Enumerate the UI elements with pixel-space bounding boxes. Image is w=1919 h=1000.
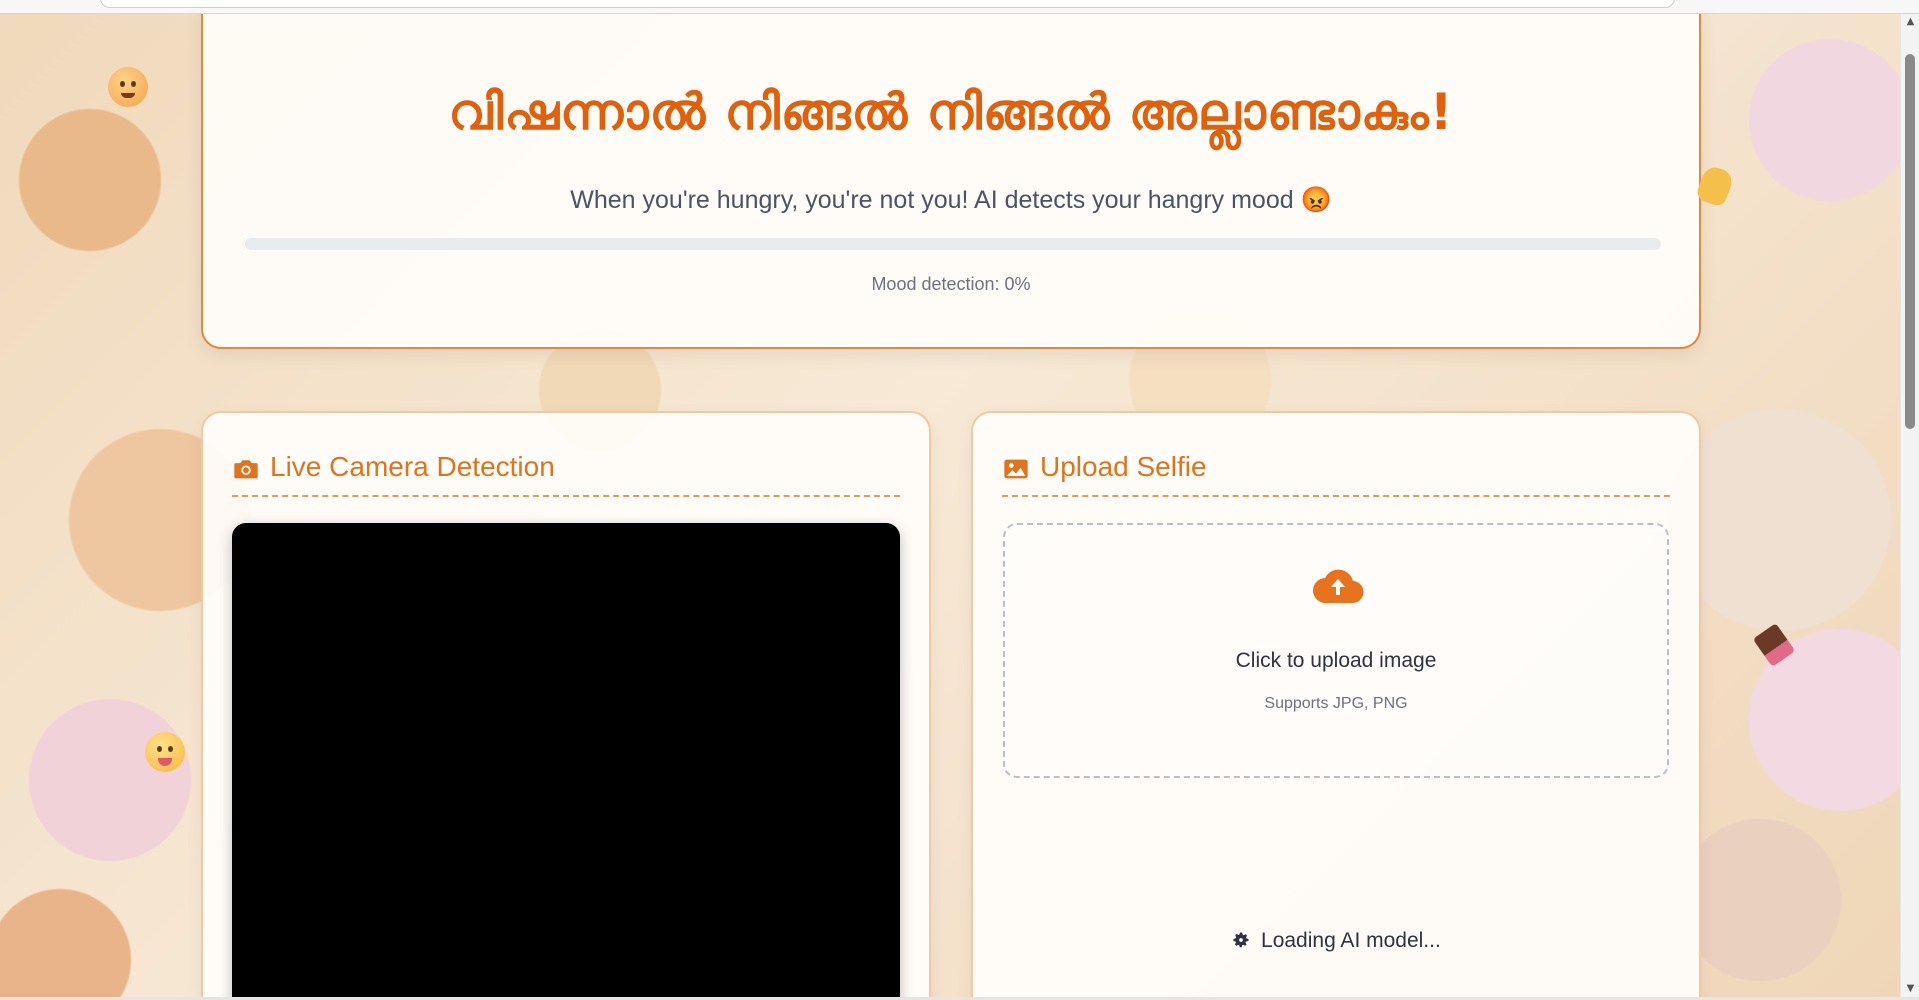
upload-panel-title: Upload Selfie — [1040, 451, 1207, 482]
camera-video-feed[interactable] — [232, 523, 900, 1000]
camera-panel-header: Live Camera Detection — [232, 447, 900, 497]
upload-prompt-text: Click to upload image — [1235, 649, 1437, 672]
address-bar[interactable] — [100, 0, 1675, 8]
camera-panel-title: Live Camera Detection — [270, 451, 555, 482]
upload-panel: Upload Selfie Click to upload image Supp… — [971, 411, 1701, 1000]
upload-panel-header: Upload Selfie — [1002, 447, 1670, 497]
model-status-text: Loading AI model... — [1261, 929, 1441, 952]
page-scrollbar[interactable]: ▲ ▼ — [1900, 14, 1919, 997]
upload-dropzone[interactable]: Click to upload image Supports JPG, PNG — [1003, 523, 1669, 778]
gear-icon — [1233, 932, 1249, 948]
camera-icon — [234, 460, 258, 479]
model-status: Loading AI model... — [973, 929, 1699, 953]
camera-panel: Live Camera Detection — [201, 411, 931, 1000]
scroll-up-icon[interactable]: ▲ — [1901, 14, 1919, 30]
scroll-down-icon[interactable]: ▼ — [1901, 981, 1919, 997]
image-icon — [1004, 459, 1028, 479]
cloud-upload-icon — [1312, 569, 1364, 604]
yum-emoji-icon — [145, 732, 185, 772]
angry-emoji-icon — [108, 67, 148, 107]
page-subtitle: When you're hungry, you're not you! AI d… — [570, 186, 1332, 214]
mood-progress-label: Mood detection: 0% — [871, 274, 1031, 294]
browser-top-bar — [0, 0, 1919, 14]
scrollbar-thumb[interactable] — [1905, 54, 1915, 429]
mood-progress-bar — [245, 238, 1661, 250]
upload-formats-text: Supports JPG, PNG — [1264, 695, 1408, 712]
page-title: വിഷന്നാൽ നിങ്ങൽ നിങ്ങൽ അല്ലാണ്ടാകും! — [448, 83, 1454, 141]
header-card: വിഷന്നാൽ നിങ്ങൽ നിങ്ങൽ അല്ലാണ്ടാകും! Whe… — [201, 8, 1701, 349]
